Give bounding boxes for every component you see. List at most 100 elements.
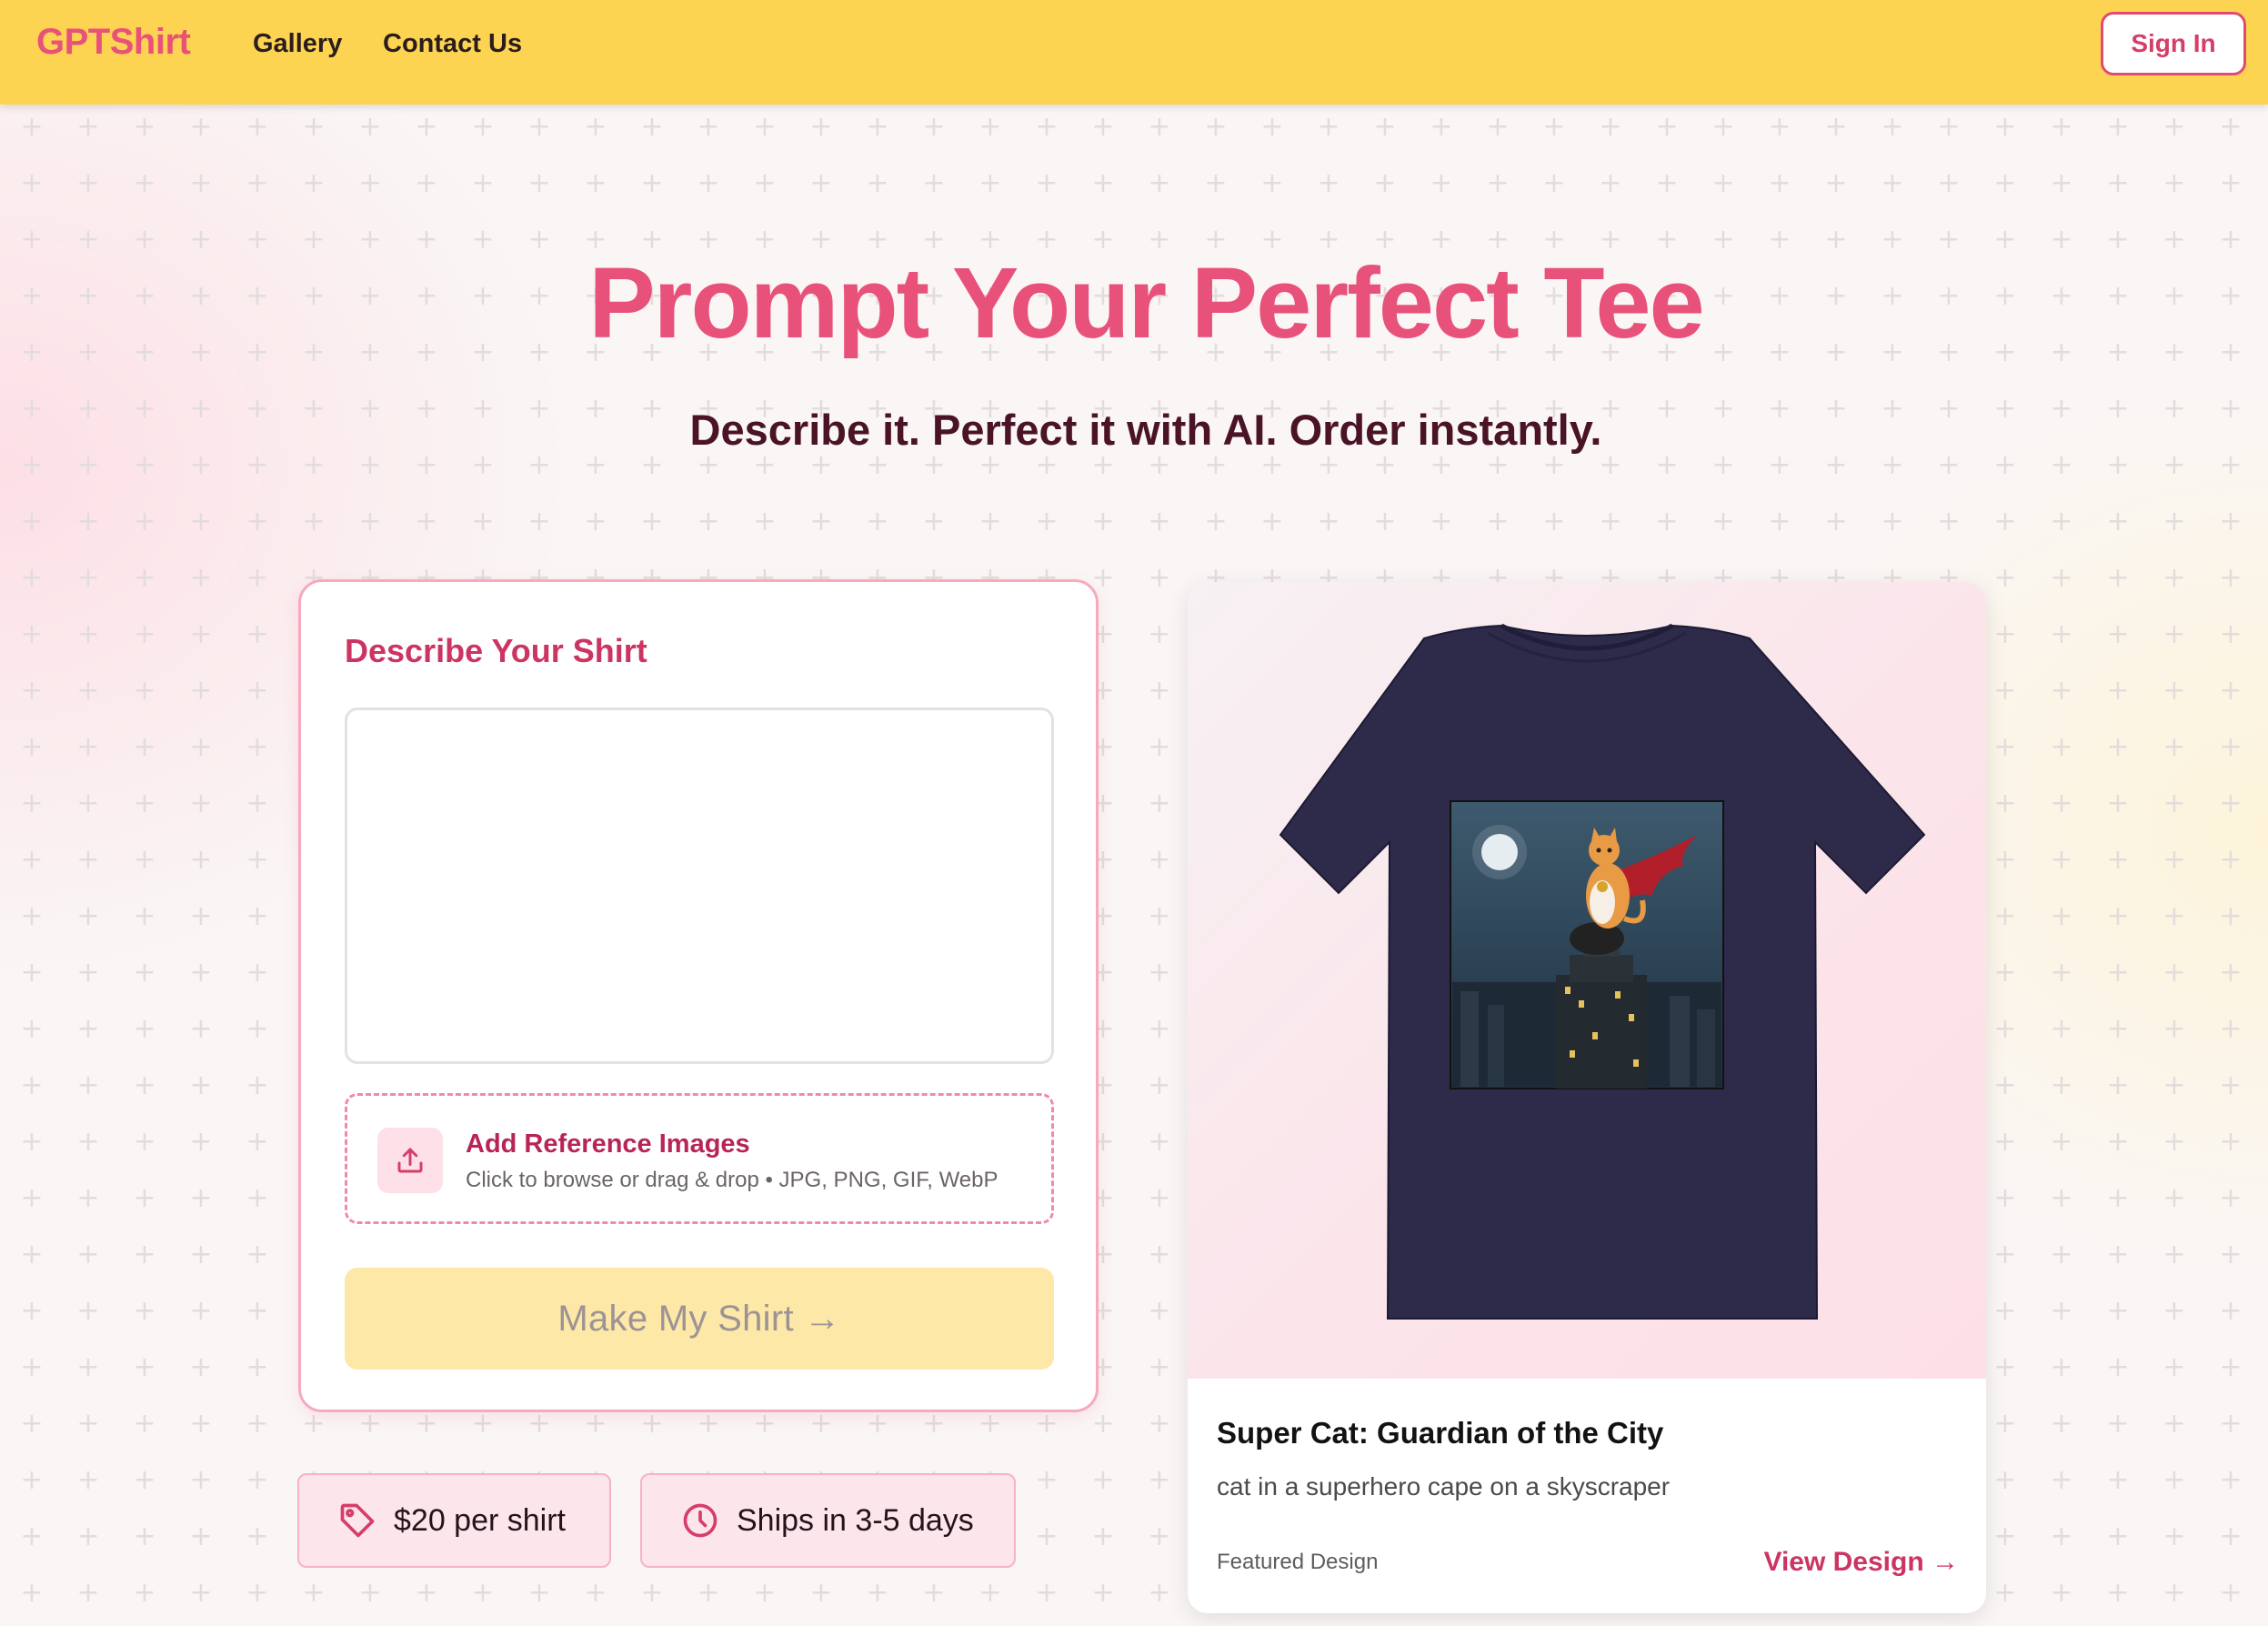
plus-pattern-mark: + [1204, 167, 1228, 199]
plus-pattern-mark: + [640, 111, 664, 143]
plus-pattern-mark: + [1599, 449, 1622, 481]
plus-pattern-mark: + [2163, 1069, 2186, 1101]
plus-pattern-mark: + [2050, 957, 2073, 989]
brand-logo[interactable]: GPTShirt [36, 22, 191, 63]
plus-pattern-mark: + [133, 844, 156, 876]
plus-pattern-mark: + [584, 167, 607, 199]
plus-pattern-mark: + [1993, 618, 2017, 650]
plus-pattern-mark: + [1317, 449, 1340, 481]
plus-pattern-mark: + [1148, 675, 1171, 707]
plus-pattern-mark: + [1993, 1408, 2017, 1440]
plus-pattern-mark: + [922, 111, 946, 143]
plus-pattern-mark: + [1599, 111, 1622, 143]
plus-pattern-mark: + [1035, 1408, 1059, 1440]
plus-pattern-mark: + [1881, 111, 1904, 143]
plus-pattern-mark: + [415, 1577, 438, 1609]
plus-pattern-mark: + [753, 1577, 777, 1609]
plus-pattern-mark: + [246, 111, 269, 143]
plus-pattern-mark: + [76, 111, 100, 143]
plus-pattern-mark: + [415, 449, 438, 481]
plus-pattern-mark: + [922, 1408, 946, 1440]
plus-pattern-mark: + [133, 1577, 156, 1609]
plus-pattern-mark: + [133, 167, 156, 199]
shipping-text: Ships in 3-5 days [737, 1502, 974, 1538]
plus-pattern-mark: + [246, 1464, 269, 1496]
plus-pattern-mark: + [2106, 844, 2130, 876]
plus-pattern-mark: + [809, 449, 833, 481]
plus-pattern-mark: + [1091, 1408, 1115, 1440]
plus-pattern-mark: + [2219, 1521, 2243, 1552]
plus-pattern-mark: + [189, 1239, 213, 1270]
plus-pattern-mark: + [809, 111, 833, 143]
plus-pattern-mark: + [1148, 1521, 1171, 1552]
upload-title: Add Reference Images [466, 1129, 750, 1159]
plus-pattern-mark: + [1937, 111, 1961, 143]
plus-pattern-mark: + [189, 506, 213, 537]
plus-pattern-mark: + [978, 449, 1002, 481]
plus-pattern-mark: + [1993, 957, 2017, 989]
plus-pattern-mark: + [1035, 449, 1059, 481]
plus-pattern-mark: + [302, 167, 326, 199]
plus-pattern-mark: + [1430, 506, 1453, 537]
plus-pattern-mark: + [697, 449, 720, 481]
plus-pattern-mark: + [1881, 167, 1904, 199]
plus-pattern-mark: + [1148, 618, 1171, 650]
plus-pattern-mark: + [1091, 1464, 1115, 1496]
plus-pattern-mark: + [922, 1577, 946, 1609]
view-design-link[interactable]: View Design → [1763, 1547, 1959, 1578]
plus-pattern-mark: + [1148, 900, 1171, 932]
plus-pattern-mark: + [189, 788, 213, 819]
plus-pattern-mark: + [2106, 731, 2130, 763]
plus-pattern-mark: + [20, 731, 44, 763]
shirt-form-card: Describe Your Shirt Add Reference Images… [298, 579, 1099, 1412]
plus-pattern-mark: + [2050, 1577, 2073, 1609]
plus-pattern-mark: + [2050, 562, 2073, 594]
plus-pattern-mark: + [471, 1577, 495, 1609]
shipping-badge: Ships in 3-5 days [640, 1473, 1016, 1568]
featured-design-card[interactable]: Super Cat: Guardian of the City cat in a… [1188, 582, 1986, 1613]
plus-pattern-mark: + [1204, 449, 1228, 481]
plus-pattern-mark: + [2050, 1464, 2073, 1496]
plus-pattern-mark: + [978, 167, 1002, 199]
reference-image-dropzone[interactable]: Add Reference Images Click to browse or … [345, 1093, 1054, 1224]
plus-pattern-mark: + [866, 449, 889, 481]
plus-pattern-mark: + [527, 167, 551, 199]
plus-pattern-mark: + [2106, 1408, 2130, 1440]
plus-pattern-mark: + [1993, 1069, 2017, 1101]
plus-pattern-mark: + [76, 1295, 100, 1327]
plus-pattern-mark: + [2219, 957, 2243, 989]
plus-pattern-mark: + [2106, 1182, 2130, 1214]
top-nav-bar: GPTShirt Gallery Contact Us Sign In [0, 0, 2268, 105]
nav-gallery-link[interactable]: Gallery [253, 29, 342, 59]
plus-pattern-mark: + [2106, 1239, 2130, 1270]
plus-pattern-mark: + [133, 1069, 156, 1101]
plus-pattern-mark: + [1317, 506, 1340, 537]
plus-pattern-mark: + [1655, 167, 1679, 199]
plus-pattern-mark: + [2219, 1126, 2243, 1158]
make-my-shirt-button[interactable]: Make My Shirt → [345, 1268, 1054, 1370]
nav-contact-link[interactable]: Contact Us [383, 29, 522, 59]
shirt-prompt-input[interactable] [345, 708, 1054, 1064]
plus-pattern-mark: + [189, 1126, 213, 1158]
plus-pattern-mark: + [302, 1577, 326, 1609]
plus-pattern-mark: + [2219, 1577, 2243, 1609]
plus-pattern-mark: + [1430, 167, 1453, 199]
plus-pattern-mark: + [753, 1408, 777, 1440]
plus-pattern-mark: + [2106, 111, 2130, 143]
plus-pattern-mark: + [246, 1239, 269, 1270]
plus-pattern-mark: + [20, 1351, 44, 1383]
plus-pattern-mark: + [1993, 900, 2017, 932]
plus-pattern-mark: + [20, 506, 44, 537]
plus-pattern-mark: + [1148, 1464, 1171, 1496]
plus-pattern-mark: + [1430, 449, 1453, 481]
sign-in-button[interactable]: Sign In [2101, 12, 2246, 75]
plus-pattern-mark: + [20, 1408, 44, 1440]
plus-pattern-mark: + [1373, 167, 1397, 199]
plus-pattern-mark: + [753, 167, 777, 199]
plus-pattern-mark: + [1993, 844, 2017, 876]
plus-pattern-mark: + [2163, 618, 2186, 650]
plus-pattern-mark: + [1993, 1521, 2017, 1552]
plus-pattern-mark: + [76, 957, 100, 989]
plus-pattern-mark: + [2163, 675, 2186, 707]
featured-design-image [1188, 582, 1986, 1379]
